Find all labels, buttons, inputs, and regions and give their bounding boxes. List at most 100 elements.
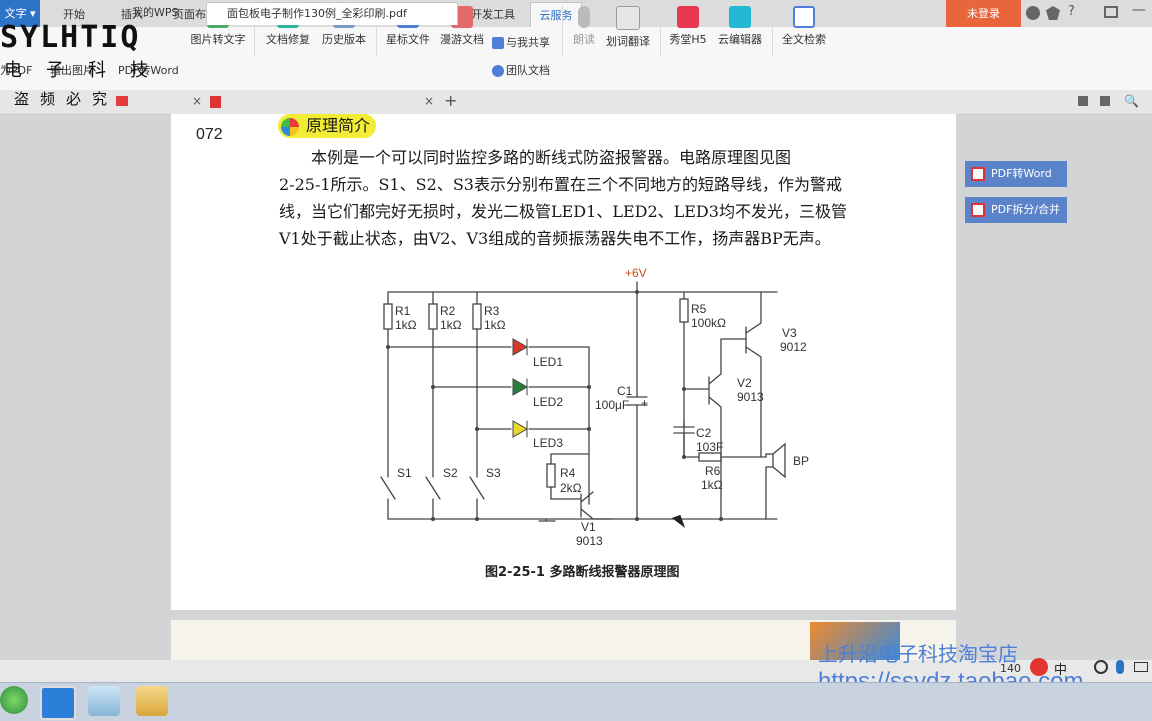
circuit-diagram: +6V R1 1kΩ R2 1kΩ R3 1kΩ LED1 LED2 LED3 … — [380, 266, 809, 548]
pdf-split-merge-button[interactable]: PDF拆分/合并 — [965, 197, 1067, 223]
ribbon-full-text-search[interactable]: 全文检索 — [778, 6, 830, 47]
watermark-char: 盗 — [14, 90, 30, 108]
help-icon[interactable]: ? — [1068, 4, 1075, 19]
label-r6: R6 — [705, 464, 721, 478]
pdf-icon — [971, 203, 985, 217]
watermark-char: 电 — [4, 60, 22, 81]
ribbon-translate[interactable]: 划词翻译 — [604, 6, 652, 49]
label-led3: LED3 — [533, 436, 563, 450]
led1-icon — [512, 338, 529, 356]
junction-dot — [682, 387, 686, 391]
junction-dot — [587, 385, 591, 389]
tab-current-pdf[interactable]: 面包板电子制作130例_全彩印刷.pdf — [206, 2, 458, 25]
label-r4: R4 — [560, 466, 576, 480]
watermark-char: 子 — [46, 60, 64, 81]
led3-icon — [512, 420, 529, 438]
label-c2: C2 — [696, 426, 712, 440]
junction-dot — [635, 517, 639, 521]
label-r3: R3 — [484, 304, 500, 318]
label-c1-value: 100μF — [595, 398, 629, 412]
label-v2: V2 — [737, 376, 752, 390]
app-icon[interactable] — [88, 686, 120, 716]
label-supply: +6V — [625, 266, 647, 280]
junction-dot — [386, 345, 390, 349]
label-v3-value: 9012 — [780, 340, 807, 354]
restore-icon[interactable] — [1104, 6, 1118, 18]
microphone-icon[interactable] — [1116, 660, 1124, 674]
xiutang-icon — [677, 6, 699, 28]
transistor-v1 — [580, 491, 612, 520]
document-tab-bar — [0, 90, 1152, 115]
label-r2: R2 — [440, 304, 456, 318]
paragraph-line: V1处于截止状态，由V2、V3组成的音频振荡器失电不工作，扬声器BP无声。 — [279, 229, 831, 248]
label-s3: S3 — [486, 466, 501, 480]
pdf-to-word-button[interactable]: PDF转Word — [965, 161, 1067, 187]
share-icon — [492, 37, 504, 49]
wire-speaker — [765, 453, 774, 520]
taskbar — [0, 682, 1152, 721]
start-button-icon[interactable] — [0, 686, 28, 714]
microphone-icon — [578, 6, 590, 28]
resistor-r1 — [383, 303, 393, 330]
new-tab-icon[interactable]: + — [444, 91, 457, 110]
wps-writer-icon[interactable] — [40, 686, 76, 720]
transistor-v3 — [732, 291, 762, 458]
ribbon-shared-with-me[interactable]: 与我共享 — [492, 34, 550, 50]
emoji-icon[interactable] — [1094, 660, 1108, 674]
login-button[interactable]: 未登录 — [946, 0, 1021, 27]
pdf-icon — [971, 167, 985, 181]
ribbon-separator — [660, 6, 661, 56]
ribbon-pdf-to-word[interactable]: PDF转Word — [118, 62, 179, 78]
junction-dot — [587, 427, 591, 431]
ribbon-separator — [772, 6, 773, 56]
label-bp: BP — [793, 454, 809, 468]
section-bullet-icon — [281, 118, 299, 136]
label-r4-value: 2kΩ — [560, 481, 582, 495]
ribbon-cloud-editor[interactable]: 云编辑器 — [714, 6, 766, 47]
label-r5-value: 100kΩ — [691, 316, 726, 330]
label-v1: V1 — [581, 520, 596, 534]
doc-settings-icon[interactable] — [1100, 96, 1110, 106]
pdf-page: 072 原理简介 本例是一个可以同时监控多路的断线式防盗报警器。电路原理图见图 … — [171, 114, 956, 610]
doc-list-icon[interactable] — [1078, 96, 1088, 106]
switch-s3-blade — [469, 476, 485, 500]
ribbon-read-aloud[interactable]: 朗读 — [568, 6, 600, 47]
junction-dot — [719, 517, 723, 521]
label-r2-value: 1kΩ — [440, 318, 462, 332]
team-icon — [492, 65, 504, 77]
close-icon[interactable]: × — [424, 94, 434, 108]
switch-s2-blade — [425, 476, 441, 500]
ribbon-separator — [562, 6, 563, 56]
label-c2-value: 103F — [696, 440, 723, 454]
resistor-r5 — [679, 298, 689, 323]
resistor-r6 — [698, 452, 722, 462]
figure-caption: 图2-25-1 多路断线报警器原理图 — [485, 565, 680, 580]
led2-icon — [512, 378, 529, 396]
watermark-char: 频 — [40, 90, 56, 108]
wps-logo-icon — [116, 96, 128, 106]
body-paragraph: 本例是一个可以同时监控多路的断线式防盗报警器。电路原理图见图 2-25-1所示。… — [279, 144, 929, 252]
ribbon-team-docs[interactable]: 团队文档 — [492, 62, 550, 78]
watermark-char: 技 — [130, 60, 148, 81]
minimize-icon[interactable]: — — [1132, 2, 1146, 18]
translate-icon — [616, 6, 640, 30]
ribbon-xiutang-h5[interactable]: 秀堂H5 — [666, 6, 710, 47]
watermark-char: 必 — [66, 90, 82, 108]
switch-s1-blade — [380, 476, 396, 500]
search-icon[interactable]: 🔍 — [1124, 94, 1139, 108]
resistor-r3 — [472, 303, 482, 330]
paragraph-line: 2-25-1所示。S1、S2、S3表示分别布置在三个不同地方的短路导线，作为警戒 — [279, 175, 842, 194]
label-r1-value: 1kΩ — [395, 318, 417, 332]
page-number: 072 — [196, 126, 223, 143]
keyboard-icon[interactable] — [1134, 662, 1148, 672]
label-led1: LED1 — [533, 355, 563, 369]
close-icon[interactable]: × — [192, 94, 202, 108]
skin-icon[interactable] — [1026, 6, 1040, 20]
pdf-icon — [210, 96, 221, 108]
label-r6-value: 1kΩ — [701, 478, 723, 492]
label-led2: LED2 — [533, 395, 563, 409]
junction-dot — [475, 517, 479, 521]
junction-dot — [475, 427, 479, 431]
folder-icon[interactable] — [136, 686, 168, 716]
shop-name-watermark: 上升沿电子科技淘宝店 — [818, 642, 1018, 666]
